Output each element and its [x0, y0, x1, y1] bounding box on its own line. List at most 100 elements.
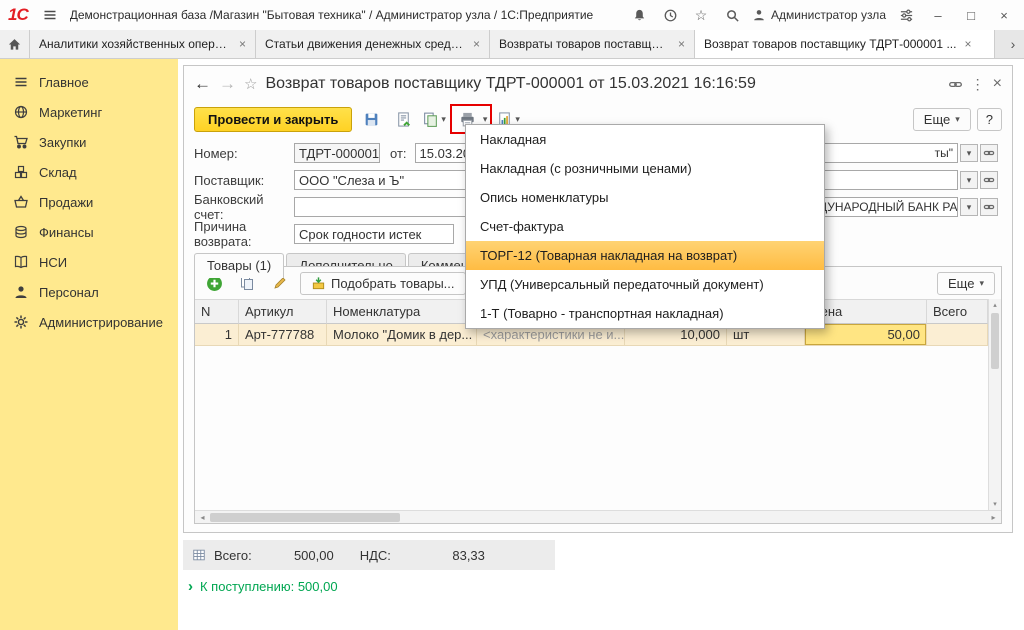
horizontal-scrollbar[interactable]: ◂ ▸: [195, 510, 1001, 523]
menu-item-nakladnaya-retail[interactable]: Накладная (с розничными ценами): [466, 154, 824, 183]
scroll-right-icon[interactable]: ▸: [986, 513, 1001, 522]
link-icon: [948, 77, 963, 92]
scroll-left-icon[interactable]: ◂: [195, 513, 210, 522]
print-dropdown-icon[interactable]: ▾: [483, 114, 488, 125]
col-header-nomenclature[interactable]: Номенклатура: [327, 299, 477, 324]
main-menu-button[interactable]: [39, 4, 61, 26]
tab-goods[interactable]: Товары (1): [194, 253, 284, 278]
pick-goods-button[interactable]: Подобрать товары...: [300, 272, 466, 295]
tab-close-icon[interactable]: ×: [678, 37, 685, 51]
back-button[interactable]: ←: [194, 74, 211, 94]
favorites-button[interactable]: ☆: [690, 4, 712, 26]
search-button[interactable]: [721, 4, 743, 26]
return-reason-field[interactable]: Срок годности истек: [294, 224, 454, 244]
save-button[interactable]: [358, 107, 384, 131]
menu-item-opis[interactable]: Опись номенклатуры: [466, 183, 824, 212]
gear-icon: [13, 314, 29, 330]
bank-account-field[interactable]: [294, 197, 476, 217]
sidebar-item-purchases[interactable]: Закупки: [0, 127, 178, 157]
chevron-down-icon: ▾: [515, 114, 520, 125]
open-windows-tabbar: Аналитики хозяйственных операций × Стать…: [0, 30, 1024, 59]
bank-open-button[interactable]: [980, 198, 998, 216]
tab-close-icon[interactable]: ×: [964, 37, 971, 51]
store-dropdown-button[interactable]: ▾: [960, 171, 978, 189]
history-button[interactable]: [659, 4, 681, 26]
book-icon: [13, 254, 29, 270]
chevron-down-icon: ▾: [955, 114, 960, 125]
items-more-button[interactable]: Еще ▾: [937, 272, 995, 295]
receipt-link[interactable]: К поступлению: 500,00: [200, 579, 338, 594]
organization-open-button[interactable]: [980, 144, 998, 162]
cell-nomenclature[interactable]: Молоко "Домик в дер...: [327, 324, 477, 346]
forward-button[interactable]: →: [219, 74, 236, 94]
scroll-down-icon[interactable]: ▾: [989, 500, 1001, 508]
col-header-article[interactable]: Артикул: [239, 299, 327, 324]
number-field[interactable]: ТДРТ-000001: [294, 143, 380, 163]
sidebar-item-personnel[interactable]: Персонал: [0, 277, 178, 307]
sidebar-item-marketing[interactable]: Маркетинг: [0, 97, 178, 127]
sidebar-item-warehouse[interactable]: Склад: [0, 157, 178, 187]
sidebar-item-finance[interactable]: Финансы: [0, 217, 178, 247]
help-button[interactable]: ?: [977, 108, 1002, 131]
sidebar-item-sales[interactable]: Продажи: [0, 187, 178, 217]
horizontal-scroll-thumb[interactable]: [210, 513, 400, 522]
close-document-button[interactable]: ×: [993, 75, 1002, 93]
cell-total[interactable]: [927, 324, 988, 346]
cell-n[interactable]: 1: [195, 324, 239, 346]
col-header-total[interactable]: Всего: [927, 299, 988, 324]
tab-analytics[interactable]: Аналитики хозяйственных операций ×: [30, 30, 256, 58]
col-header-n[interactable]: N: [195, 299, 239, 324]
menu-item-torg12[interactable]: ТОРГ-12 (Товарная накладная на возврат): [466, 241, 824, 270]
bank-dropdown-button[interactable]: ▾: [960, 198, 978, 216]
tab-label: Аналитики хозяйственных операций: [39, 37, 231, 51]
vertical-scrollbar[interactable]: ▴ ▾: [988, 299, 1001, 510]
supplier-field[interactable]: ООО "Слеза и Ъ": [294, 170, 476, 190]
store-field[interactable]: [814, 170, 958, 190]
close-button[interactable]: ×: [992, 8, 1016, 23]
scroll-up-icon[interactable]: ▴: [989, 301, 1001, 309]
tab-label: Возврат товаров поставщику ТДРТ-000001 .…: [704, 37, 956, 51]
current-user[interactable]: Администратор узла: [752, 8, 886, 22]
tab-return-document[interactable]: Возврат товаров поставщику ТДРТ-000001 .…: [695, 30, 995, 58]
vertical-scroll-thumb[interactable]: [991, 313, 999, 369]
create-based-on-button[interactable]: ▾: [422, 111, 446, 128]
more-menu-icon[interactable]: ⋮: [971, 76, 985, 93]
organization-field[interactable]: ты": [814, 143, 958, 163]
tab-close-icon[interactable]: ×: [473, 37, 480, 51]
sidebar-item-nsi[interactable]: НСИ: [0, 247, 178, 277]
more-actions-button[interactable]: Еще ▾: [913, 108, 971, 131]
sidebar-item-label: Маркетинг: [39, 105, 102, 120]
bank-name-field[interactable]: ДУНАРОДНЫЙ БАНК РА: [814, 197, 958, 217]
menu-item-nakladnaya[interactable]: Накладная: [466, 125, 824, 154]
sidebar-item-administration[interactable]: Администрирование: [0, 307, 178, 337]
total-label: Всего:: [214, 548, 252, 563]
pick-goods-label: Подобрать товары...: [331, 276, 455, 291]
store-field-group: ▾: [814, 170, 998, 190]
get-link-button[interactable]: [948, 77, 963, 92]
expand-chevron-icon[interactable]: ›: [188, 578, 193, 595]
globe-icon: [13, 104, 29, 120]
view-settings-button[interactable]: [895, 4, 917, 26]
tab-close-icon[interactable]: ×: [239, 37, 246, 51]
menu-item-schet-faktura[interactable]: Счет-фактура: [466, 212, 824, 241]
tab-returns-list[interactable]: Возвраты товаров поставщикам ×: [490, 30, 695, 58]
sidebar-item-label: НСИ: [39, 255, 67, 270]
organization-dropdown-button[interactable]: ▾: [960, 144, 978, 162]
menu-item-upd[interactable]: УПД (Универсальный передаточный документ…: [466, 270, 824, 299]
minimize-button[interactable]: –: [926, 8, 950, 23]
notifications-button[interactable]: [628, 4, 650, 26]
sidebar-item-label: Персонал: [39, 285, 99, 300]
favorite-star-button[interactable]: ☆: [244, 75, 257, 93]
chevron-down-icon: ▾: [441, 114, 446, 125]
sidebar-item-main[interactable]: Главное: [0, 67, 178, 97]
post-and-close-button[interactable]: Провести и закрыть: [194, 107, 352, 132]
cell-article[interactable]: Арт-777788: [239, 324, 327, 346]
tab-cashflow-items[interactable]: Статьи движения денежных средств ×: [256, 30, 490, 58]
home-tab[interactable]: [0, 30, 30, 58]
tab-overflow-icon[interactable]: ›: [1002, 30, 1024, 58]
maximize-button[interactable]: □: [959, 8, 983, 23]
post-document-button[interactable]: [390, 107, 416, 131]
store-open-button[interactable]: [980, 171, 998, 189]
menu-item-1t[interactable]: 1-Т (Товарно - транспортная накладная): [466, 299, 824, 328]
sections-sidebar: Главное Маркетинг Закупки Склад Продажи …: [0, 59, 178, 630]
